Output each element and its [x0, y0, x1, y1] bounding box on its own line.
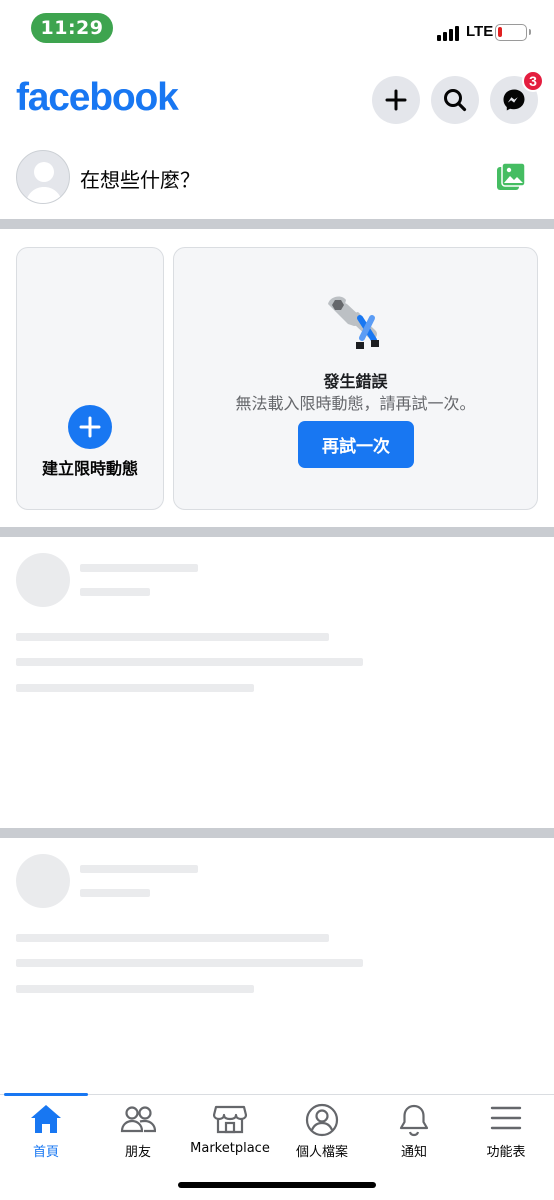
retry-button[interactable]: 再試一次 [298, 421, 414, 468]
skeleton-line [16, 633, 329, 641]
marketplace-icon [213, 1105, 247, 1134]
skeleton-line [80, 889, 150, 897]
skeleton-line [80, 865, 198, 873]
skeleton-line [16, 985, 254, 993]
error-title: 發生錯誤 [323, 372, 388, 391]
section-divider [0, 828, 554, 838]
skeleton-line [80, 564, 198, 572]
menu-icon [490, 1106, 522, 1130]
skeleton-avatar [16, 854, 70, 908]
skeleton-avatar [16, 553, 70, 607]
friends-icon [120, 1106, 156, 1133]
home-indicator[interactable] [178, 1182, 376, 1188]
cellular-signal-icon [437, 25, 459, 41]
photo-icon [497, 162, 526, 190]
messenger-button[interactable]: 3 [490, 70, 544, 124]
skeleton-line [16, 934, 329, 942]
tab-label: 個人檔案 [295, 1145, 348, 1160]
battery-icon [495, 24, 531, 41]
stories-error-card: 發生錯誤 無法載入限時動態，請再試一次。 再試一次 [173, 247, 538, 510]
default-avatar-icon [25, 162, 63, 203]
photo-button[interactable] [496, 162, 526, 196]
tab-notifications[interactable]: 通知 [368, 1095, 460, 1165]
profile-icon [305, 1103, 339, 1137]
tab-label: 功能表 [486, 1145, 526, 1160]
avatar[interactable] [16, 150, 70, 204]
plus-icon [385, 89, 407, 111]
tab-menu[interactable]: 功能表 [460, 1095, 552, 1165]
messenger-icon [503, 89, 525, 111]
plus-icon [79, 416, 101, 438]
tab-label: 通知 [400, 1145, 427, 1160]
section-divider [0, 219, 554, 229]
tab-marketplace[interactable]: Marketplace [184, 1095, 276, 1165]
tab-home[interactable]: 首頁 [0, 1095, 92, 1165]
facebook-logo[interactable]: facebook [16, 76, 179, 120]
error-message: 無法載入限時動態，請再試一次。 [235, 394, 476, 413]
section-divider [0, 527, 554, 537]
create-story-button[interactable] [68, 405, 112, 449]
tab-profile[interactable]: 個人檔案 [276, 1095, 368, 1165]
composer-input[interactable]: 在想些什麼？ [80, 164, 200, 193]
wrench-error-icon [328, 296, 379, 349]
tab-label: Marketplace [190, 1141, 270, 1156]
app-header: facebook 3 [0, 70, 554, 130]
network-type: LTE [466, 23, 494, 40]
tab-label: 朋友 [124, 1145, 151, 1160]
skeleton-line [16, 658, 363, 666]
search-button[interactable] [431, 76, 479, 124]
skeleton-line [16, 959, 363, 967]
status-time: 11:29 [31, 13, 113, 43]
tab-friends[interactable]: 朋友 [92, 1095, 184, 1165]
notification-badge: 3 [522, 70, 544, 92]
create-button[interactable] [372, 76, 420, 124]
bell-icon [399, 1104, 429, 1137]
create-story-label: 建立限時動態 [41, 459, 138, 478]
post-composer: 在想些什麼？ [0, 148, 554, 208]
tab-label: 首頁 [32, 1145, 59, 1160]
home-icon [31, 1105, 61, 1133]
create-story-card[interactable]: 建立限時動態 [16, 247, 164, 510]
skeleton-line [16, 684, 254, 692]
search-icon [444, 89, 467, 112]
skeleton-line [80, 588, 150, 596]
status-bar: 11:29 LTE [0, 0, 554, 56]
